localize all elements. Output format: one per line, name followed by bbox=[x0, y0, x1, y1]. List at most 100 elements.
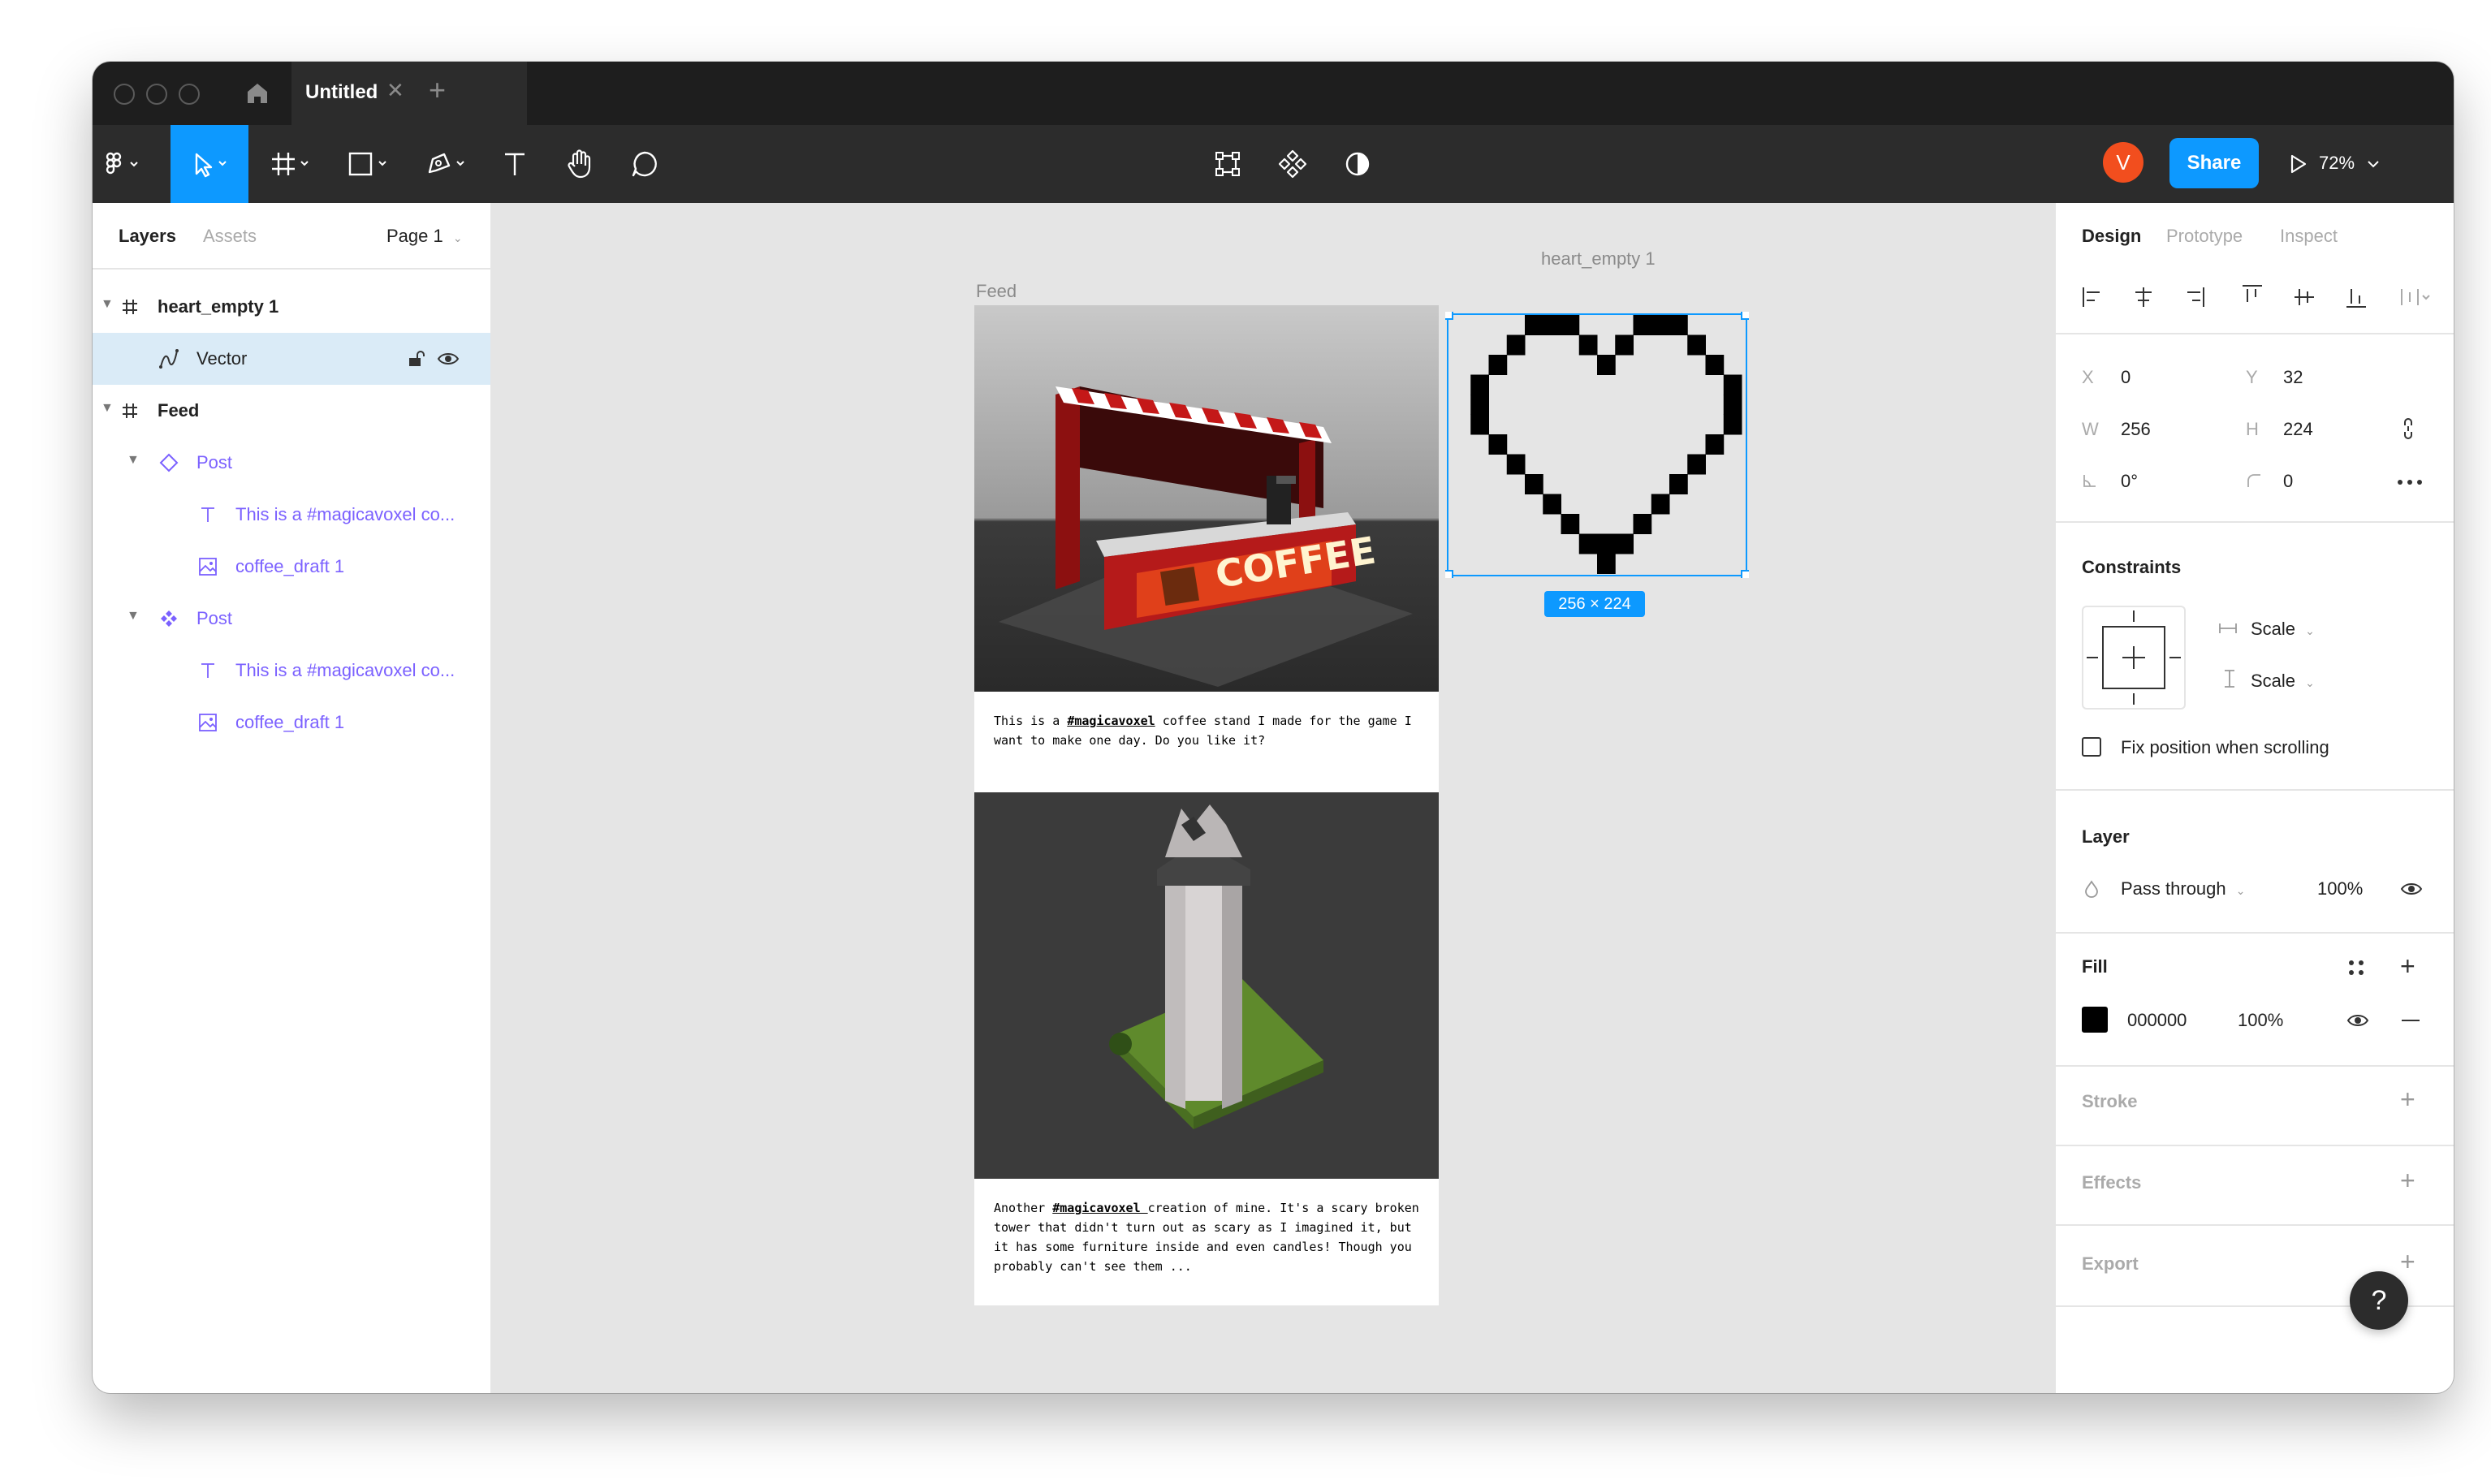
help-button[interactable]: ? bbox=[2350, 1271, 2408, 1330]
vertical-constraint-select[interactable]: Scale ⌄ bbox=[2251, 671, 2315, 692]
pixel-heart-vector[interactable] bbox=[1470, 315, 1742, 574]
fill-opacity-input[interactable]: 100% bbox=[2238, 1010, 2283, 1031]
hashtag-link[interactable]: #magicavoxel bbox=[1052, 1201, 1147, 1215]
crop-tool[interactable] bbox=[1203, 125, 1252, 203]
coffee-stand-image[interactable]: COFFEE bbox=[974, 305, 1439, 692]
selection-size-badge: 256 × 224 bbox=[1544, 591, 1645, 617]
layer-row-post-component[interactable]: ▼ Post bbox=[93, 593, 490, 645]
frame-tool[interactable] bbox=[255, 125, 328, 203]
layer-row-text[interactable]: This is a #magicavoxel co... bbox=[93, 645, 490, 697]
eye-icon[interactable] bbox=[437, 347, 460, 370]
constrain-proportions-icon[interactable] bbox=[2400, 416, 2416, 446]
eye-icon[interactable] bbox=[2346, 1012, 2369, 1033]
layer-row-post-instance[interactable]: ▼ Post bbox=[93, 437, 490, 489]
layer-row-text[interactable]: This is a #magicavoxel co... bbox=[93, 489, 490, 541]
zoom-level-dropdown[interactable]: 72% bbox=[2319, 153, 2381, 174]
broken-tower-image[interactable] bbox=[974, 792, 1439, 1179]
frame-label-heart[interactable]: heart_empty 1 bbox=[1541, 248, 1656, 270]
frame-icon bbox=[119, 399, 141, 422]
text-tool[interactable] bbox=[490, 125, 539, 203]
heart-pixel bbox=[1705, 434, 1725, 455]
fill-title: Fill bbox=[2082, 956, 2108, 977]
y-input[interactable]: 32 bbox=[2283, 367, 2303, 388]
mask-button[interactable] bbox=[1333, 125, 1382, 203]
main-menu-button[interactable] bbox=[93, 125, 158, 203]
tab-inspect[interactable]: Inspect bbox=[2280, 226, 2338, 247]
move-tool[interactable] bbox=[171, 125, 248, 203]
shape-tool[interactable] bbox=[333, 125, 406, 203]
corner-radius-icon bbox=[2246, 472, 2262, 493]
expand-caret-icon[interactable]: ▼ bbox=[127, 453, 140, 468]
rectangle-icon bbox=[348, 152, 386, 176]
tab-assets[interactable]: Assets bbox=[203, 226, 257, 247]
present-button[interactable] bbox=[2282, 125, 2314, 203]
new-tab-button[interactable]: + bbox=[429, 73, 446, 107]
user-avatar[interactable]: V bbox=[2103, 142, 2143, 183]
add-fill-button[interactable]: + bbox=[2400, 953, 2415, 979]
eye-icon[interactable] bbox=[2400, 880, 2423, 902]
hand-tool[interactable] bbox=[555, 125, 604, 203]
cursor-arrow-icon bbox=[195, 153, 227, 178]
heart-pixel bbox=[1669, 315, 1688, 335]
hashtag-link[interactable]: #magicavoxel bbox=[1067, 714, 1155, 728]
layer-row-image[interactable]: coffee_draft 1 bbox=[93, 541, 490, 593]
add-effect-button[interactable]: + bbox=[2400, 1167, 2415, 1193]
fix-position-checkbox[interactable] bbox=[2082, 737, 2101, 757]
title-bar: Untitled ✕ + bbox=[93, 62, 2454, 125]
design-canvas[interactable]: heart_empty 1 Feed COFFEE This is a #mag… bbox=[492, 203, 2054, 1393]
expand-caret-icon[interactable]: ▼ bbox=[127, 609, 140, 623]
expand-caret-icon[interactable]: ▼ bbox=[101, 297, 114, 312]
heart-vector-selection[interactable] bbox=[1442, 308, 1752, 581]
blend-mode-select[interactable]: Pass through ⌄ bbox=[2121, 878, 2246, 899]
layer-opacity-input[interactable]: 100% bbox=[2317, 878, 2363, 899]
heart-pixel bbox=[1561, 315, 1580, 335]
post-caption: Another #magicavoxel creation of mine. I… bbox=[994, 1198, 1423, 1276]
fill-hex-input[interactable]: 000000 bbox=[2127, 1010, 2187, 1031]
layer-row-vector[interactable]: Vector bbox=[93, 333, 490, 385]
page-selector[interactable]: Page 1 ⌄ bbox=[386, 226, 463, 247]
minimize-window-button[interactable] bbox=[146, 84, 167, 105]
share-button[interactable]: Share bbox=[2169, 138, 2259, 188]
fix-position-label: Fix position when scrolling bbox=[2121, 737, 2329, 757]
layer-row-feed[interactable]: ▼ Feed bbox=[93, 385, 490, 437]
tab-design[interactable]: Design bbox=[2082, 226, 2141, 247]
corner-radius-input[interactable]: 0 bbox=[2283, 471, 2293, 492]
pen-tool[interactable] bbox=[411, 125, 484, 203]
fill-styles-icon[interactable] bbox=[2346, 958, 2366, 981]
height-input[interactable]: 224 bbox=[2283, 419, 2313, 440]
unlock-icon[interactable] bbox=[404, 347, 427, 370]
home-icon[interactable] bbox=[241, 77, 274, 110]
add-export-button[interactable]: + bbox=[2400, 1249, 2415, 1275]
tab-close-icon[interactable]: ✕ bbox=[386, 78, 404, 103]
zoom-window-button[interactable] bbox=[179, 84, 200, 105]
comment-tool[interactable] bbox=[620, 125, 669, 203]
pen-icon bbox=[428, 153, 464, 174]
layer-row-image[interactable]: coffee_draft 1 bbox=[93, 697, 490, 748]
feed-frame[interactable]: COFFEE This is a #magicavoxel coffee sta… bbox=[974, 305, 1439, 1305]
text-t-icon bbox=[505, 153, 525, 175]
close-window-button[interactable] bbox=[114, 84, 135, 105]
fill-color-swatch[interactable] bbox=[2082, 1007, 2108, 1033]
width-input[interactable]: 256 bbox=[2121, 419, 2151, 440]
layer-row-heart-empty[interactable]: ▼ heart_empty 1 bbox=[93, 281, 490, 333]
rotation-input[interactable]: 0° bbox=[2121, 471, 2138, 492]
expand-caret-icon[interactable]: ▼ bbox=[101, 401, 114, 416]
frame-label-feed[interactable]: Feed bbox=[976, 281, 1017, 302]
add-stroke-button[interactable]: + bbox=[2400, 1086, 2415, 1112]
caption-text-pre: This is a bbox=[994, 714, 1068, 728]
x-input[interactable]: 0 bbox=[2121, 367, 2131, 388]
tab-layers[interactable]: Layers bbox=[119, 226, 176, 247]
heart-pixel bbox=[1470, 374, 1489, 395]
heart-pixel bbox=[1723, 395, 1742, 415]
divider bbox=[2056, 521, 2454, 523]
more-options-icon[interactable] bbox=[2397, 476, 2423, 490]
tab-prototype[interactable]: Prototype bbox=[2166, 226, 2243, 247]
create-component-button[interactable] bbox=[1268, 125, 1317, 203]
chevron-down-icon: ⌄ bbox=[452, 231, 463, 244]
post-caption: This is a #magicavoxel coffee stand I ma… bbox=[994, 711, 1423, 750]
heart-pixel bbox=[1633, 315, 1652, 335]
remove-fill-button[interactable] bbox=[2402, 1020, 2420, 1021]
constraints-widget[interactable] bbox=[2082, 606, 2186, 710]
horizontal-constraint-select[interactable]: Scale ⌄ bbox=[2251, 619, 2315, 640]
alignment-toolbar bbox=[2079, 281, 2436, 313]
